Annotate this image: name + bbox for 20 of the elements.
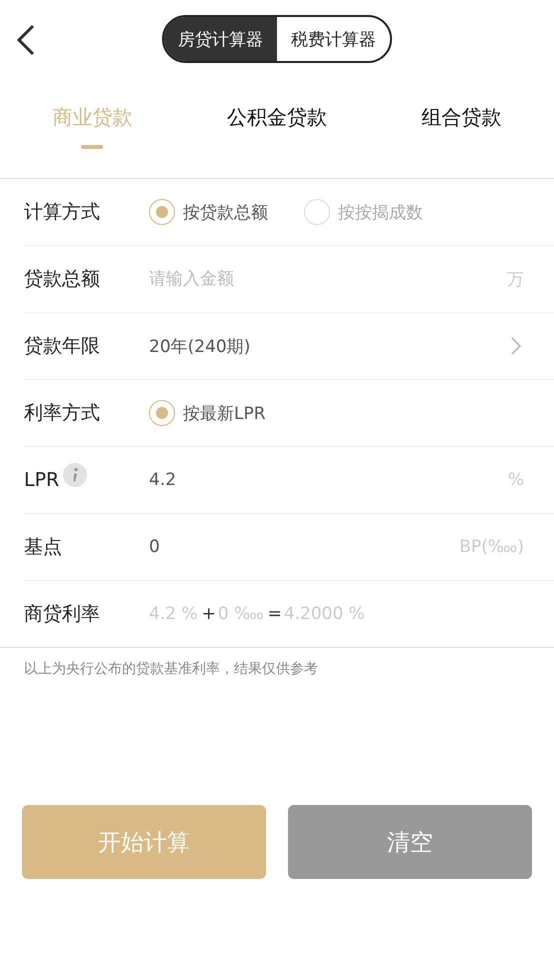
field-label: 计算方式 [24,200,100,225]
radio-option[interactable]: 按最新LPR [149,400,266,426]
note-text: 以上为央行公布的贷款基准利率，结果仅供参考 [23,660,319,679]
field-label: 基点 [24,535,62,560]
field-label: 贷款总额 [24,267,100,292]
field-label: LPR [24,469,60,491]
unit-label: % [508,470,524,490]
loan-tab[interactable]: 公积金贷款 [184,80,370,178]
radio-option[interactable]: 按贷款总额 [149,199,268,225]
info-icon[interactable] [63,463,88,487]
input-field[interactable]: 4.2 [149,470,508,490]
field-label: 商贷利率 [24,602,100,627]
input-field[interactable]: 请输入金额 [149,269,507,289]
field-label: 利率方式 [24,401,100,426]
input-field[interactable]: 0 [149,537,460,557]
chevron-icon[interactable] [510,336,522,356]
loan-tab[interactable]: 组合贷款 [369,80,554,178]
select-value[interactable]: 20年(240期) [149,334,510,358]
field-label: 贷款年限 [24,334,100,359]
segment-tab[interactable]: 房贷计算器 [164,17,277,61]
